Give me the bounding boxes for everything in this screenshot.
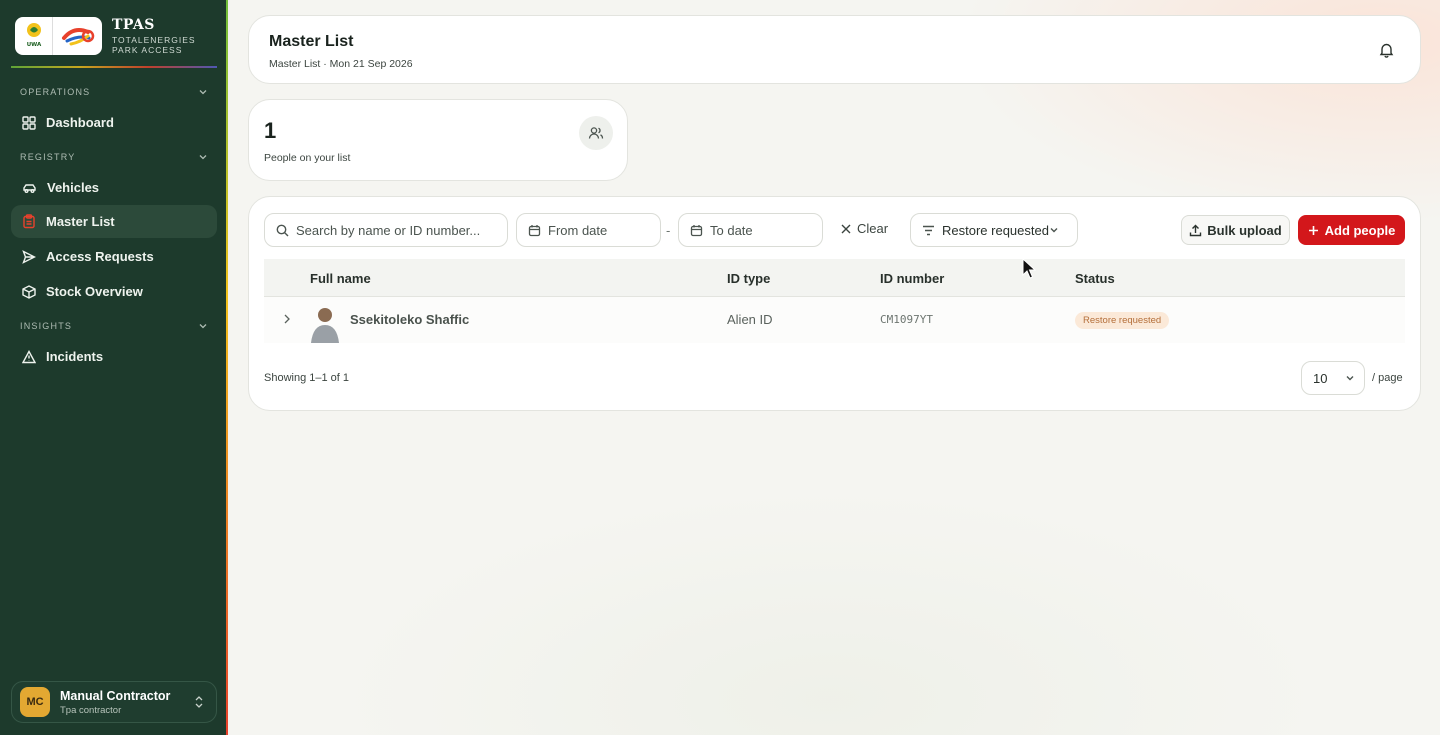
add-people-button[interactable]: Add people [1298, 215, 1405, 245]
chevrons-up-down-icon [195, 696, 203, 708]
from-date-placeholder: From date [548, 222, 608, 238]
sidebar-item-dashboard[interactable]: Dashboard [11, 106, 217, 139]
section-operations[interactable]: OPERATIONS [20, 85, 208, 99]
chevron-down-icon [199, 324, 207, 329]
status-filter-value: Restore requested [942, 222, 1049, 238]
sidebar-item-access-requests[interactable]: Access Requests [11, 240, 217, 273]
people-count-card: 1 People on your list [248, 99, 628, 181]
user-menu[interactable]: MC Manual Contractor Tpa contractor [11, 681, 217, 723]
column-full-name[interactable]: Full name [310, 271, 371, 286]
master-list-table-card: Search by name or ID number... From date… [248, 196, 1421, 411]
status-badge: Restore requested [1075, 312, 1170, 329]
chevron-down-icon [199, 90, 207, 95]
calendar-icon [690, 224, 703, 236]
add-people-label: Add people [1324, 222, 1396, 238]
svg-text:UWA: UWA [26, 42, 41, 48]
to-date-placeholder: To date [710, 222, 753, 238]
sidebar-item-stock-overview[interactable]: Stock Overview [11, 275, 217, 308]
person-name: Ssekitoleko Shaffic [350, 312, 470, 327]
bulk-upload-label: Bulk upload [1207, 222, 1282, 238]
car-icon [23, 183, 36, 193]
chevron-down-icon [1346, 376, 1354, 381]
close-icon [841, 224, 851, 233]
sidebar-item-label: Stock Overview [46, 284, 143, 299]
sidebar-item-vehicles[interactable]: Vehicles [11, 171, 217, 204]
sidebar-item-label: Master List [46, 214, 115, 229]
clear-filters-button[interactable]: Clear [841, 221, 888, 236]
people-count: 1 [264, 118, 277, 143]
uwa-logo: UWA [15, 17, 53, 55]
person-photo [311, 308, 339, 343]
user-info: Manual Contractor Tpa contractor [60, 689, 194, 716]
column-status[interactable]: Status [1075, 271, 1115, 286]
table-row[interactable]: Ssekitoleko Shaffic Alien ID CM1097YT Re… [264, 297, 1405, 343]
brand-subtitle-line1: TOTALENERGIES [112, 34, 196, 45]
clear-label: Clear [857, 221, 889, 236]
brand[interactable]: UWA TPAS TOTALENERGIES PARK ACCESS [15, 16, 215, 56]
section-label: INSIGHTS [20, 321, 73, 331]
upload-icon [1190, 224, 1202, 236]
search-input[interactable]: Search by name or ID number... [264, 213, 508, 247]
notifications-button[interactable] [1379, 42, 1394, 63]
grid-icon [22, 115, 36, 130]
sidebar-item-label: Access Requests [46, 249, 154, 264]
column-id-type[interactable]: ID type [727, 271, 770, 286]
chevron-right-icon[interactable] [282, 313, 292, 325]
sidebar: UWA TPAS TOTALENERGIES PARK ACCESS OPERA [0, 0, 228, 735]
avatar: MC [20, 687, 50, 717]
plus-icon [1308, 225, 1318, 235]
id-number: CM1097YT [880, 313, 933, 326]
bell-icon [1379, 43, 1394, 58]
filter-icon [923, 225, 934, 235]
date-range-separator: - [666, 223, 671, 238]
sidebar-item-label: Incidents [46, 349, 104, 364]
brand-title: TPAS [112, 16, 155, 33]
page-title: Master List [269, 33, 354, 50]
section-insights[interactable]: INSIGHTS [20, 319, 208, 333]
table-header: Full name ID type ID number Status [264, 259, 1405, 297]
page-size-value: 10 [1313, 370, 1328, 386]
brand-subtitle: TOTALENERGIES PARK ACCESS [112, 35, 196, 55]
from-date-picker[interactable]: From date [516, 213, 661, 247]
send-icon [22, 249, 36, 264]
search-icon [276, 224, 289, 236]
page-header: Master List Master List · Mon 21 Sep 202… [248, 15, 1421, 84]
section-registry[interactable]: REGISTRY [20, 150, 208, 164]
section-label: REGISTRY [20, 152, 76, 162]
people-count-label: People on your list [264, 152, 351, 164]
calendar-icon [528, 224, 541, 236]
box-icon [22, 284, 36, 299]
status-filter-select[interactable]: Restore requested [910, 213, 1078, 247]
bulk-upload-button[interactable]: Bulk upload [1181, 215, 1290, 245]
column-id-number[interactable]: ID number [880, 271, 944, 286]
mouse-cursor-icon [1022, 258, 1036, 279]
pagination-summary: Showing 1–1 of 1 [264, 372, 350, 384]
sidebar-item-label: Dashboard [46, 115, 114, 130]
users-icon [579, 116, 613, 150]
brand-logos: UWA [15, 17, 102, 55]
page-size-select[interactable]: 10 [1301, 361, 1365, 395]
brand-divider [11, 66, 217, 68]
sidebar-item-master-list[interactable]: Master List [11, 205, 217, 238]
breadcrumb: Master List · Mon 21 Sep 2026 [269, 58, 413, 70]
chevron-down-icon [1050, 228, 1058, 233]
brand-text: TPAS TOTALENERGIES PARK ACCESS [112, 18, 196, 55]
alert-triangle-icon [22, 349, 36, 363]
search-placeholder: Search by name or ID number... [296, 222, 481, 238]
clipboard-icon [23, 214, 35, 229]
user-name: Manual Contractor [60, 688, 171, 703]
per-page-label: / page [1372, 372, 1403, 384]
chevron-down-icon [199, 155, 207, 160]
sidebar-item-label: Vehicles [47, 180, 100, 195]
to-date-picker[interactable]: To date [678, 213, 823, 247]
user-role: Tpa contractor [60, 704, 122, 716]
main-content: Master List Master List · Mon 21 Sep 202… [230, 0, 1440, 735]
section-label: OPERATIONS [20, 87, 91, 97]
brand-subtitle-line2: PARK ACCESS [112, 44, 183, 55]
sidebar-item-incidents[interactable]: Incidents [11, 340, 217, 373]
totalenergies-logo [53, 17, 102, 55]
id-type: Alien ID [727, 312, 773, 327]
